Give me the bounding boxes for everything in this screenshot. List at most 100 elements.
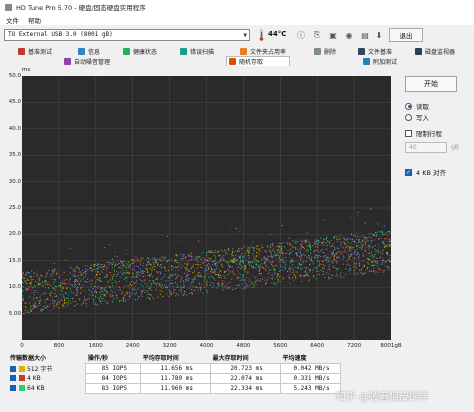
scatter-point xyxy=(85,298,87,300)
scatter-point xyxy=(210,284,211,286)
row-checkbox[interactable] xyxy=(10,366,16,372)
scatter-point xyxy=(319,264,320,266)
save-icon[interactable]: ▣ xyxy=(327,29,339,41)
scatter-point xyxy=(349,273,351,275)
limit-checkbox[interactable] xyxy=(405,129,412,137)
scatter-point xyxy=(229,265,230,267)
scatter-point xyxy=(114,279,116,281)
scatter-point xyxy=(135,282,137,283)
scatter-point xyxy=(282,270,284,271)
tab-benchmark[interactable]: 基准测试 xyxy=(16,46,52,56)
scatter-point xyxy=(246,250,248,252)
scatter-point xyxy=(210,266,212,268)
scatter-point xyxy=(264,261,266,263)
read-radio[interactable] xyxy=(405,102,412,110)
options-icon[interactable]: ▤ xyxy=(359,29,371,41)
y-tick-label: 35.0 xyxy=(8,152,21,159)
scatter-point xyxy=(70,267,72,269)
scatter-point xyxy=(236,263,238,265)
menu-file[interactable]: 文件 xyxy=(6,15,19,25)
row-label[interactable]: 64 KB xyxy=(8,383,86,393)
max-cell: 22.334 ms xyxy=(210,382,282,394)
limit-spinbox[interactable]: 40 xyxy=(405,142,447,153)
info-icon[interactable]: ⓘ xyxy=(295,29,307,41)
scatter-point xyxy=(116,271,117,273)
scatter-point xyxy=(363,250,365,252)
row-checkbox[interactable] xyxy=(10,385,16,391)
row-label[interactable]: 512 字节 xyxy=(8,363,86,373)
tab-disk-monitor[interactable]: 磁盘监视器 xyxy=(413,46,455,56)
scatter-point xyxy=(305,249,306,251)
limit-option[interactable]: 限制行程 xyxy=(405,128,442,138)
scatter-point xyxy=(213,277,215,279)
scatter-point xyxy=(386,234,388,236)
scatter-point xyxy=(74,282,75,284)
scatter-point xyxy=(92,298,94,300)
scatter-point xyxy=(73,281,75,283)
write-option[interactable]: 写入 xyxy=(405,112,429,122)
scatter-point xyxy=(317,257,319,259)
scatter-point xyxy=(144,282,146,284)
scatter-point xyxy=(316,270,318,272)
scatter-point xyxy=(381,259,383,261)
tab-erase[interactable]: 删除 xyxy=(312,46,336,56)
scatter-point xyxy=(350,250,352,252)
read-option[interactable]: 读取 xyxy=(405,101,429,111)
scatter-point xyxy=(287,270,289,272)
scatter-point xyxy=(314,257,316,258)
copy-icon[interactable]: ⎘ xyxy=(311,29,323,41)
scatter-point xyxy=(28,288,29,290)
scatter-point xyxy=(327,241,329,243)
scatter-point xyxy=(263,256,265,258)
scatter-point xyxy=(255,255,257,257)
scatter-point xyxy=(133,287,135,289)
scatter-point xyxy=(194,270,195,272)
scatter-point xyxy=(225,261,227,263)
tab-file-benchmark[interactable]: 文件基准 xyxy=(356,46,392,56)
scatter-point xyxy=(274,251,275,253)
scatter-point xyxy=(137,271,139,273)
scatter-point xyxy=(374,234,376,236)
scatter-point xyxy=(198,256,200,258)
tab-random-access[interactable]: 随机存取 xyxy=(226,56,290,66)
align-option[interactable]: ✓ 4 KB 对齐 xyxy=(405,167,446,177)
tab-aam[interactable]: 自动噪音管理 xyxy=(62,56,110,66)
scatter-point xyxy=(189,285,191,287)
row-checkbox[interactable] xyxy=(10,375,16,381)
table-row: 4 KB 84 IOPS 11.789 ms 22.074 ms 0.331 MB/s xyxy=(8,372,341,384)
scatter-point xyxy=(147,271,148,273)
scatter-point xyxy=(22,290,23,292)
scatter-point xyxy=(387,244,389,246)
scatter-point xyxy=(166,260,168,262)
camera-icon[interactable]: ◉ xyxy=(343,29,355,41)
drive-dropdown[interactable]: TO External USB 3.0 (8001 gB) ▼ xyxy=(4,29,250,41)
scatter-point xyxy=(192,266,194,268)
tab-health[interactable]: 健康状态 xyxy=(121,46,157,56)
write-radio[interactable] xyxy=(405,113,412,121)
tab-error-scan[interactable]: 错误扫描 xyxy=(178,46,214,56)
scatter-point xyxy=(227,254,229,256)
down-arrow-icon[interactable]: ⬇ xyxy=(373,29,385,41)
scatter-point xyxy=(146,263,148,265)
exit-button[interactable]: 退出 xyxy=(389,28,423,42)
scatter-point xyxy=(253,284,255,286)
scatter-point xyxy=(134,265,135,267)
scatter-point xyxy=(270,252,272,254)
scatter-point xyxy=(95,296,96,298)
tab-extra-tests[interactable]: 附加测试 xyxy=(361,56,397,66)
scatter-point xyxy=(305,254,307,256)
scatter-point xyxy=(65,284,67,286)
row-label[interactable]: 4 KB xyxy=(8,373,86,383)
scatter-point xyxy=(180,254,182,255)
tab-folder-usage[interactable]: 文件夹占用率 xyxy=(238,46,286,56)
scatter-point xyxy=(37,305,39,307)
scatter-point xyxy=(235,260,237,262)
align-checkbox[interactable]: ✓ xyxy=(405,168,412,176)
scatter-point xyxy=(291,267,293,269)
scatter-point xyxy=(193,290,195,292)
scatter-point xyxy=(157,264,158,266)
tab-info[interactable]: 信息 xyxy=(76,46,100,56)
menu-help[interactable]: 帮助 xyxy=(28,15,41,25)
scatter-point xyxy=(358,245,360,247)
start-button[interactable]: 开始 xyxy=(405,76,457,92)
